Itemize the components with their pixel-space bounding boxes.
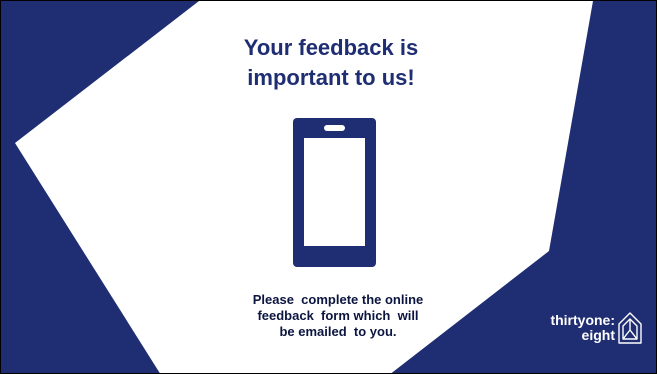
logo-text-line-1: thirtyone: [550, 312, 615, 328]
caption-line-1: Please complete the online [252, 292, 424, 307]
phone-speaker [324, 125, 345, 131]
slide: Your feedback is important to us! Please… [0, 0, 657, 374]
thirtyone-eight-logo: thirtyone: eight [535, 309, 645, 353]
phone-screen [304, 138, 365, 246]
instruction-text: Please complete the online feedback form… [211, 292, 465, 340]
house-logo-icon [618, 312, 642, 344]
smartphone-icon [293, 118, 376, 267]
caption-line-3: be emailed to you. [279, 324, 397, 339]
logo-text-line-2: eight [581, 327, 615, 343]
title-line-1: Your feedback is [243, 35, 419, 60]
caption-line-2: feedback form which will [257, 308, 419, 323]
page-title: Your feedback is important to us! [191, 33, 471, 93]
title-line-2: important to us! [247, 65, 415, 90]
background-shape-left [1, 1, 199, 373]
